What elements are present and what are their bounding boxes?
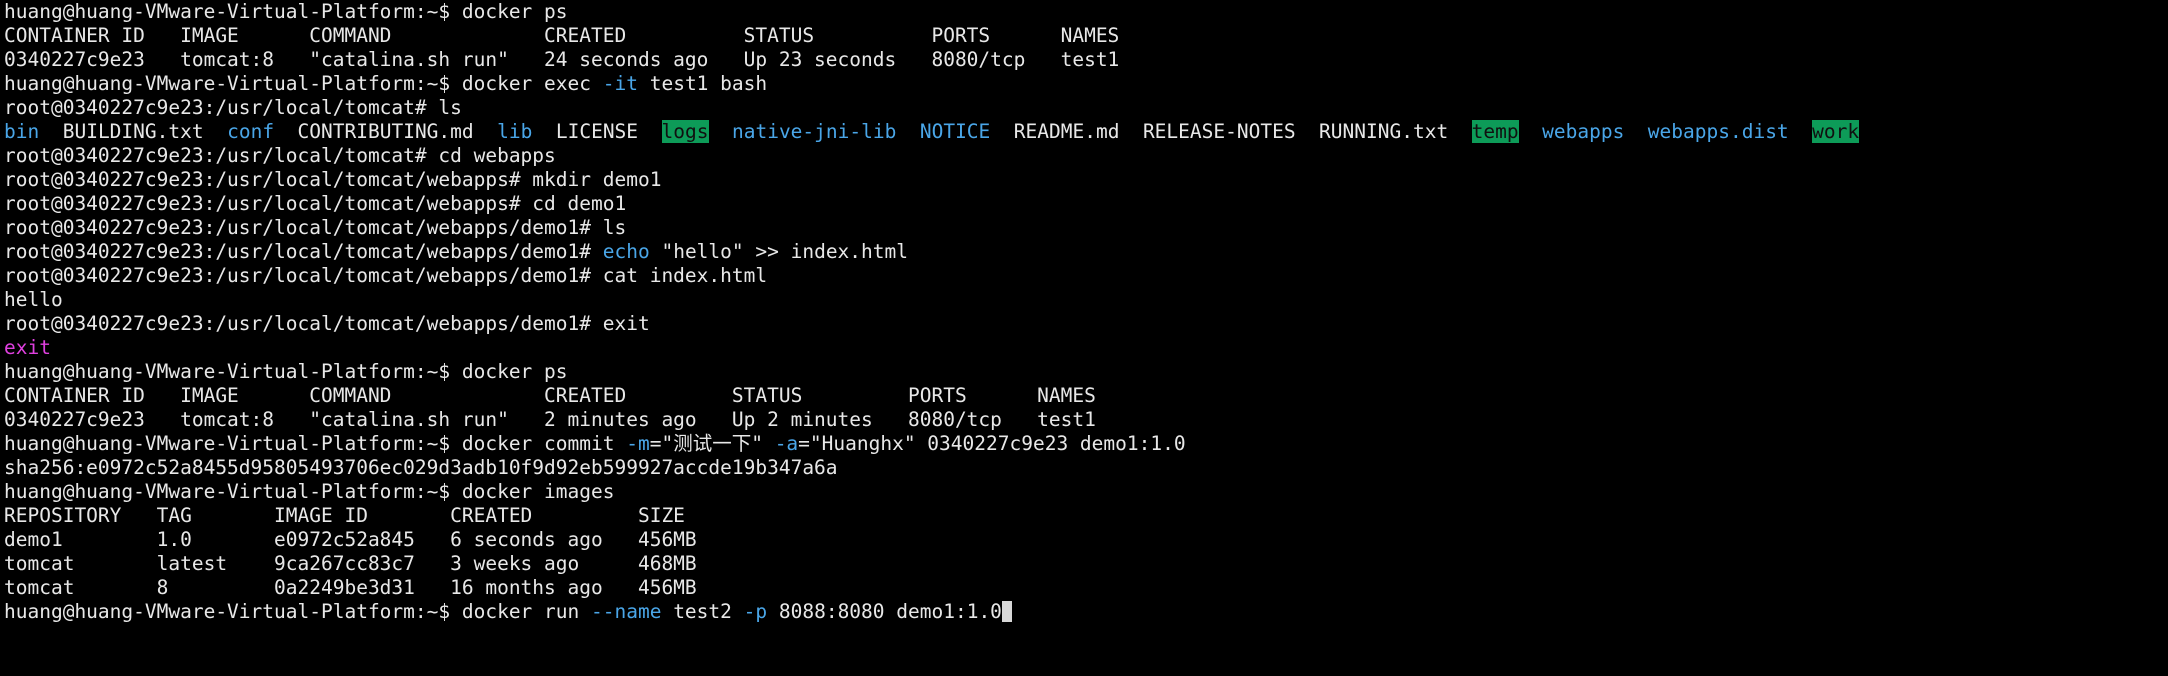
terminal-text: exit bbox=[4, 336, 51, 359]
terminal-line: sha256:e0972c52a8455d95805493706ec029d3a… bbox=[4, 456, 2168, 480]
terminal-text: huang@huang-VMware-Virtual-Platform:~$ d… bbox=[4, 0, 568, 23]
terminal-line: root@0340227c9e23:/usr/local/tomcat/weba… bbox=[4, 168, 2168, 192]
terminal-line: huang@huang-VMware-Virtual-Platform:~$ d… bbox=[4, 600, 2168, 624]
terminal-line: root@0340227c9e23:/usr/local/tomcat/weba… bbox=[4, 216, 2168, 240]
terminal-text: tomcat 8 0a2249be3d31 16 months ago 456M… bbox=[4, 576, 697, 599]
terminal-text: README.md bbox=[1013, 120, 1120, 143]
terminal-text: "hello" >> index.html bbox=[649, 240, 908, 263]
terminal-text: huang@huang-VMware-Virtual-Platform:~$ d… bbox=[4, 360, 568, 383]
terminal-text: test1 bash bbox=[637, 72, 768, 95]
terminal-text: LICENSE bbox=[555, 120, 639, 143]
terminal-text: BUILDING.txt bbox=[62, 120, 204, 143]
terminal-text: work bbox=[1812, 120, 1860, 143]
terminal-line: huang@huang-VMware-Virtual-Platform:~$ d… bbox=[4, 480, 2168, 504]
terminal-text: webapps bbox=[1542, 120, 1625, 143]
terminal-text: root@0340227c9e23:/usr/local/tomcat# ls bbox=[4, 96, 462, 119]
terminal-text: huang@huang-VMware-Virtual-Platform:~$ d… bbox=[4, 600, 591, 623]
terminal-text: CONTAINER ID IMAGE COMMAND CREATED STATU… bbox=[4, 384, 1096, 407]
terminal-text: lib bbox=[497, 120, 533, 143]
terminal-line: demo1 1.0 e0972c52a845 6 seconds ago 456… bbox=[4, 528, 2168, 552]
terminal-line: root@0340227c9e23:/usr/local/tomcat# ls bbox=[4, 96, 2168, 120]
terminal-text: --name bbox=[591, 600, 662, 623]
terminal-line: root@0340227c9e23:/usr/local/tomcat/weba… bbox=[4, 312, 2168, 336]
terminal-text: ="Huanghx" 0340227c9e23 demo1:1.0 bbox=[798, 432, 1186, 455]
terminal-text: root@0340227c9e23:/usr/local/tomcat/weba… bbox=[4, 264, 768, 287]
terminal-text: hello bbox=[4, 288, 63, 311]
terminal-text: NOTICE bbox=[919, 120, 991, 143]
terminal-text: webapps.dist bbox=[1647, 120, 1789, 143]
terminal-text: -it bbox=[602, 72, 638, 95]
text-cursor bbox=[1001, 601, 1012, 622]
terminal-line: CONTAINER ID IMAGE COMMAND CREATED STATU… bbox=[4, 384, 2168, 408]
terminal-line: bin BUILDING.txt conf CONTRIBUTING.md li… bbox=[4, 120, 2168, 144]
terminal-text: root@0340227c9e23:/usr/local/tomcat# cd … bbox=[4, 144, 556, 167]
terminal-text: 0340227c9e23 tomcat:8 "catalina.sh run" … bbox=[4, 408, 1096, 431]
terminal-line: root@0340227c9e23:/usr/local/tomcat/weba… bbox=[4, 240, 2168, 264]
terminal-line: tomcat 8 0a2249be3d31 16 months ago 456M… bbox=[4, 576, 2168, 600]
terminal-text: -a bbox=[774, 432, 799, 455]
terminal-line: 0340227c9e23 tomcat:8 "catalina.sh run" … bbox=[4, 48, 2168, 72]
terminal-line: root@0340227c9e23:/usr/local/tomcat/weba… bbox=[4, 192, 2168, 216]
terminal-text: 8088:8080 demo1:1.0 bbox=[767, 600, 1002, 623]
terminal-line: 0340227c9e23 tomcat:8 "catalina.sh run" … bbox=[4, 408, 2168, 432]
terminal-text: -m bbox=[626, 432, 650, 455]
terminal-text: huang@huang-VMware-Virtual-Platform:~$ d… bbox=[4, 480, 615, 503]
terminal-text: tomcat latest 9ca267cc83c7 3 weeks ago 4… bbox=[4, 552, 697, 575]
terminal-text: test2 bbox=[661, 600, 744, 623]
terminal-text: CONTAINER ID IMAGE COMMAND CREATED STATU… bbox=[4, 24, 1120, 47]
terminal-line: root@0340227c9e23:/usr/local/tomcat# cd … bbox=[4, 144, 2168, 168]
terminal-text: bin bbox=[4, 120, 40, 143]
terminal-line: huang@huang-VMware-Virtual-Platform:~$ d… bbox=[4, 360, 2168, 384]
terminal-text: native-jni-lib bbox=[731, 120, 897, 143]
terminal-text: conf bbox=[227, 120, 275, 143]
terminal-text: demo1 1.0 e0972c52a845 6 seconds ago 456… bbox=[4, 528, 697, 551]
terminal-line: exit bbox=[4, 336, 2168, 360]
terminal-line: huang@huang-VMware-Virtual-Platform:~$ d… bbox=[4, 0, 2168, 24]
terminal-text: huang@huang-VMware-Virtual-Platform:~$ d… bbox=[4, 432, 627, 455]
terminal-text: CONTRIBUTING.md bbox=[297, 120, 474, 143]
terminal-line: root@0340227c9e23:/usr/local/tomcat/weba… bbox=[4, 264, 2168, 288]
terminal-text: root@0340227c9e23:/usr/local/tomcat/weba… bbox=[4, 240, 603, 263]
terminal-text: REPOSITORY TAG IMAGE ID CREATED SIZE bbox=[4, 504, 685, 527]
terminal-text: root@0340227c9e23:/usr/local/tomcat/weba… bbox=[4, 216, 627, 239]
terminal-line: CONTAINER ID IMAGE COMMAND CREATED STATU… bbox=[4, 24, 2168, 48]
terminal-text: echo bbox=[602, 240, 650, 263]
terminal-text: logs bbox=[661, 120, 709, 143]
terminal-line: hello bbox=[4, 288, 2168, 312]
terminal-text: temp bbox=[1471, 120, 1519, 143]
terminal-line: tomcat latest 9ca267cc83c7 3 weeks ago 4… bbox=[4, 552, 2168, 576]
terminal-text: 0340227c9e23 tomcat:8 "catalina.sh run" … bbox=[4, 48, 1120, 71]
terminal-text: sha256:e0972c52a8455d95805493706ec029d3a… bbox=[4, 456, 838, 479]
terminal-line: REPOSITORY TAG IMAGE ID CREATED SIZE bbox=[4, 504, 2168, 528]
terminal-text: RUNNING.txt bbox=[1319, 120, 1449, 143]
terminal-text: root@0340227c9e23:/usr/local/tomcat/weba… bbox=[4, 192, 627, 215]
terminal-text: huang@huang-VMware-Virtual-Platform:~$ d… bbox=[4, 72, 603, 95]
terminal-line: huang@huang-VMware-Virtual-Platform:~$ d… bbox=[4, 72, 2168, 96]
terminal-text: -p bbox=[743, 600, 768, 623]
terminal-line: huang@huang-VMware-Virtual-Platform:~$ d… bbox=[4, 432, 2168, 456]
terminal-text: root@0340227c9e23:/usr/local/tomcat/weba… bbox=[4, 168, 662, 191]
terminal-text: root@0340227c9e23:/usr/local/tomcat/weba… bbox=[4, 312, 650, 335]
terminal-text: RELEASE-NOTES bbox=[1142, 120, 1296, 143]
terminal-output[interactable]: huang@huang-VMware-Virtual-Platform:~$ d… bbox=[0, 0, 2168, 676]
terminal-text: ="测试一下" bbox=[649, 432, 775, 455]
